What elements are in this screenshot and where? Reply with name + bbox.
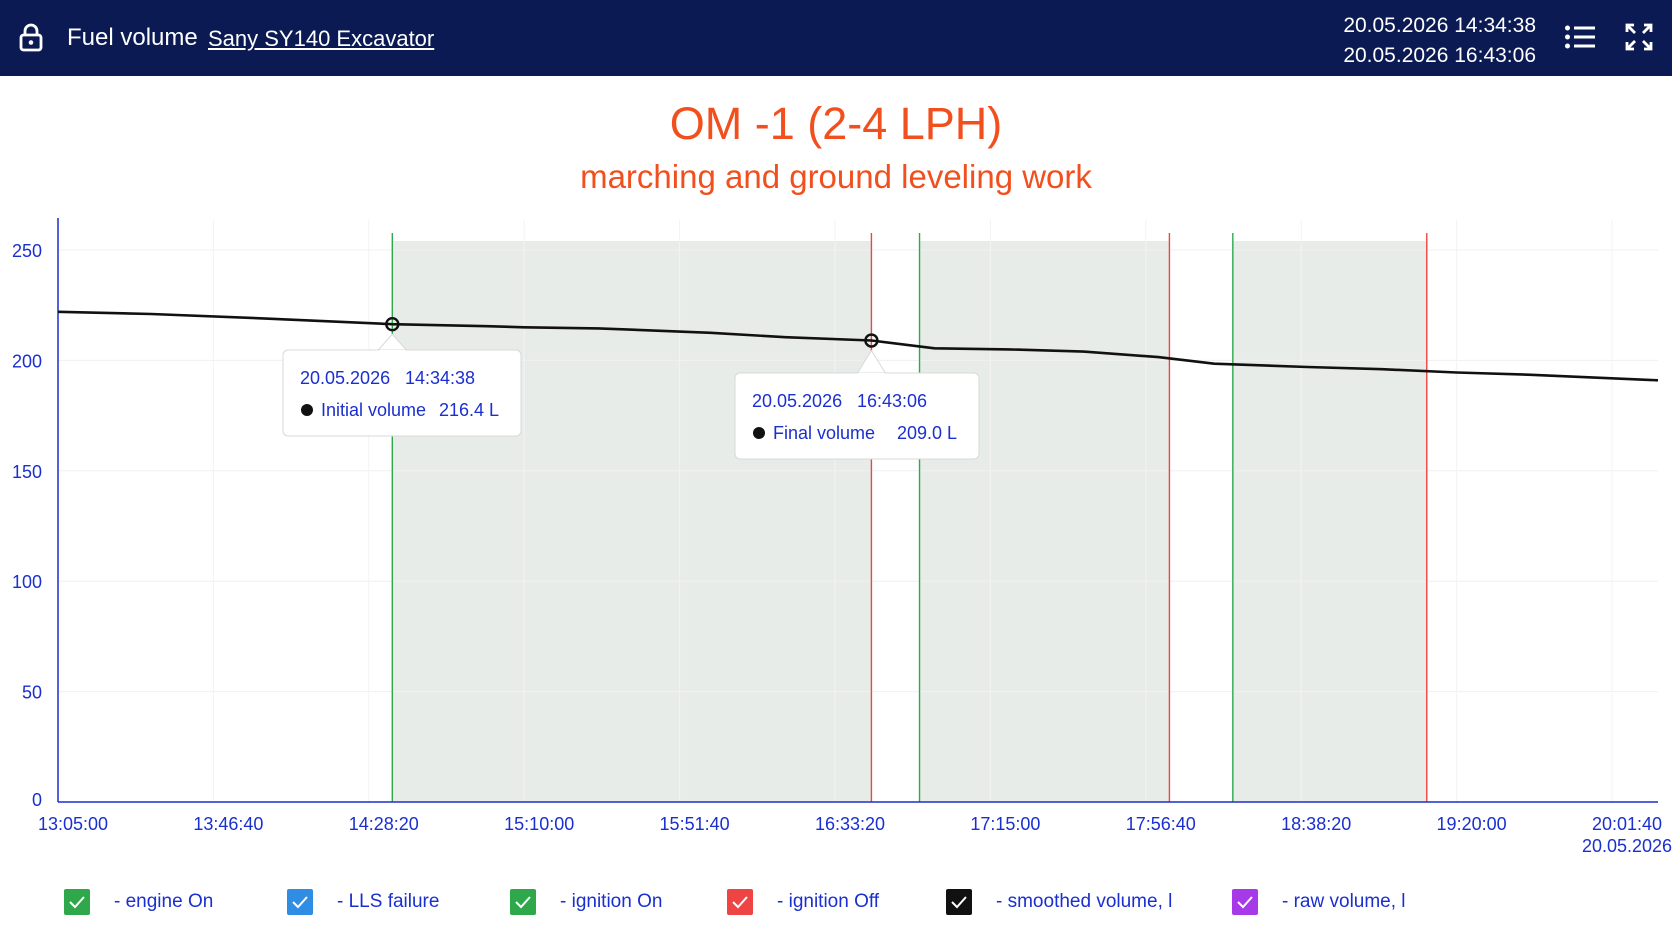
date-range[interactable]: 20.05.2026 14:34:38 20.05.2026 16:43:06 (1340, 11, 1536, 71)
check-icon (951, 896, 967, 909)
legend-checkbox-lls-failure[interactable] (287, 889, 313, 915)
vehicle-link[interactable]: Sany SY140 Excavator (208, 26, 434, 52)
legend-checkbox-ignition-on[interactable] (510, 889, 536, 915)
tooltip-series-dot (301, 404, 313, 416)
legend-label: - LLS failure (337, 891, 440, 912)
tooltip-label: Final volume (773, 423, 875, 443)
legend-checkbox-ignition-off[interactable] (727, 889, 753, 915)
fuel-volume-chart[interactable]: 250 200 150 100 50 0 13:05:00 13:46:40 14:28:20 1… (0, 200, 1672, 860)
date-from: 20.05.2026 14:34:38 (1343, 14, 1536, 37)
tooltip-time: 14:34:38 (405, 368, 475, 388)
legend-label: - engine On (114, 891, 214, 912)
x-tick-label: 13:05:00 (38, 814, 108, 834)
chart-subtitle: marching and ground leveling work (580, 158, 1092, 195)
y-tick-label: 0 (32, 790, 42, 810)
legend-item-smoothed-volume[interactable]: - smoothed volume, l (946, 884, 1172, 920)
legend-item-ignition-off[interactable]: - ignition Off (727, 884, 879, 920)
chart-title: OM -1 (2-4 LPH) (669, 98, 1003, 149)
legend-checkbox-smoothed-volume[interactable] (946, 889, 972, 915)
x-tick-label: 14:28:20 (349, 814, 419, 834)
tooltip-value: 209.0 L (897, 423, 957, 443)
legend-label: - raw volume, l (1282, 891, 1406, 912)
check-icon (69, 896, 85, 909)
legend-label: - smoothed volume, l (996, 891, 1173, 912)
page-title: Fuel volume (67, 24, 198, 51)
y-tick-label: 250 (12, 241, 42, 261)
legend-item-lls-failure[interactable]: - LLS failure (287, 884, 439, 920)
tooltip-label: Initial volume (321, 400, 426, 420)
x-tick-label: 15:10:00 (504, 814, 574, 834)
legend-item-engine-on[interactable]: - engine On (64, 884, 213, 920)
tooltip-date: 20.05.2026 (752, 391, 842, 411)
tooltip-box (282, 349, 522, 437)
legend: - engine On - LLS failure - ignition On … (0, 884, 1672, 924)
check-icon (292, 896, 308, 909)
engine-on-period (1232, 241, 1427, 802)
list-icon[interactable] (1564, 22, 1596, 52)
x-tick-date-label: 20.05.2026 (1582, 836, 1672, 856)
legend-label: - ignition Off (777, 891, 880, 912)
y-tick-label: 150 (12, 462, 42, 482)
y-tick-label: 100 (12, 572, 42, 592)
tooltip-value: 216.4 L (439, 400, 499, 420)
tooltip-date: 20.05.2026 (300, 368, 390, 388)
x-tick-label: 19:20:00 (1437, 814, 1507, 834)
fullscreen-icon[interactable] (1624, 22, 1654, 52)
x-tick-label: 13:46:40 (193, 814, 263, 834)
legend-checkbox-engine-on[interactable] (64, 889, 90, 915)
legend-label: - ignition On (560, 891, 663, 912)
check-icon (515, 896, 531, 909)
x-tick-label: 17:56:40 (1126, 814, 1196, 834)
x-tick-label: 18:38:20 (1281, 814, 1351, 834)
tooltip-time: 16:43:06 (857, 391, 927, 411)
date-to: 20.05.2026 16:43:06 (1343, 44, 1536, 67)
tooltip-series-dot (753, 427, 765, 439)
x-tick-label: 15:51:40 (660, 814, 730, 834)
tooltip-box (734, 372, 980, 460)
y-tick-label: 50 (22, 683, 42, 703)
top-bar: Fuel volume Sany SY140 Excavator 20.05.2… (0, 0, 1672, 76)
x-tick-label: 20:01:40 (1592, 814, 1662, 834)
check-icon (732, 896, 748, 909)
x-tick-label: 16:33:20 (815, 814, 885, 834)
y-tick-label: 200 (12, 351, 42, 371)
engine-on-period (919, 241, 1170, 802)
lock-icon[interactable] (18, 22, 44, 52)
legend-item-ignition-on[interactable]: - ignition On (510, 884, 662, 920)
x-tick-label: 17:15:00 (970, 814, 1040, 834)
legend-item-raw-volume[interactable]: - raw volume, l (1232, 884, 1406, 920)
check-icon (1237, 896, 1253, 909)
legend-checkbox-raw-volume[interactable] (1232, 889, 1258, 915)
